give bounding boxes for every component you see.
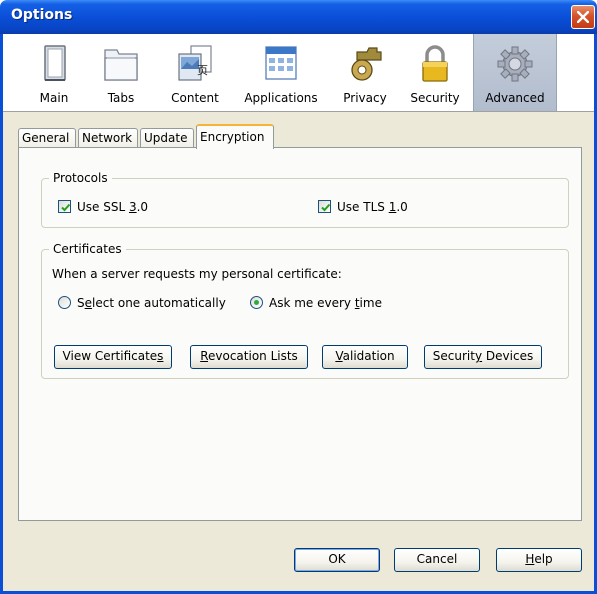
content-icon: 页 <box>177 44 213 84</box>
tab-encryption[interactable]: Encryption <box>196 124 274 149</box>
pane-security-label: Security <box>410 91 460 105</box>
certificates-group: Certificates When a server requests my p… <box>41 242 569 379</box>
protocols-group: Protocols Use SSL 3.0 Use TLS 1.0 <box>41 171 569 228</box>
view-certificates-button[interactable]: View Certificates <box>54 345 172 369</box>
pane-applications-label: Applications <box>244 91 318 105</box>
select-automatically-radio-row[interactable]: Select one automatically <box>58 295 248 311</box>
ask-every-time-radio-row[interactable]: Ask me every time <box>250 295 410 311</box>
pane-tabs-label: Tabs <box>107 91 135 105</box>
encryption-panel: Protocols Use SSL 3.0 Use TLS 1.0 Certif… <box>18 147 582 521</box>
pane-privacy-label: Privacy <box>343 91 387 105</box>
pane-advanced[interactable]: Advanced <box>473 34 557 111</box>
title-bar: Options <box>0 0 597 34</box>
pane-tabs[interactable]: Tabs <box>91 34 151 111</box>
check-icon <box>321 203 331 212</box>
pane-selector: Main Tabs 页 Content Applications Privacy… <box>3 34 594 112</box>
revocation-lists-button[interactable]: Revocation Lists <box>190 345 308 369</box>
check-icon <box>61 203 71 212</box>
validation-button[interactable]: Validation <box>322 345 408 369</box>
applications-icon <box>263 44 299 84</box>
ask-every-time-radio[interactable] <box>250 296 263 309</box>
tab-update[interactable]: Update <box>140 128 194 148</box>
pane-content[interactable]: 页 Content <box>160 34 230 111</box>
main-icon <box>36 44 72 84</box>
window-title: Options <box>11 7 73 23</box>
close-button[interactable] <box>571 5 595 29</box>
radio-selected-dot <box>254 300 259 305</box>
tab-general[interactable]: General <box>18 128 76 148</box>
privacy-icon <box>347 44 383 84</box>
pane-main[interactable]: Main <box>24 34 84 111</box>
advanced-icon <box>497 44 533 84</box>
pane-privacy[interactable]: Privacy <box>334 34 396 111</box>
pane-content-label: Content <box>171 91 219 105</box>
certificate-prompt: When a server requests my personal certi… <box>52 267 342 281</box>
pane-main-label: Main <box>39 91 69 105</box>
tabs-icon <box>103 44 139 84</box>
tls-checkbox[interactable] <box>318 200 331 213</box>
ssl-checkbox-row[interactable]: Use SSL 3.0 <box>58 199 198 215</box>
help-button[interactable]: Help <box>496 548 582 572</box>
pane-applications[interactable]: Applications <box>237 34 325 111</box>
select-automatically-radio[interactable] <box>58 296 71 309</box>
ssl-checkbox[interactable] <box>58 200 71 213</box>
protocols-group-title: Protocols <box>49 171 112 185</box>
tls-checkbox-label: Use TLS 1.0 <box>337 200 408 214</box>
ok-button[interactable]: OK <box>294 548 380 572</box>
tab-network[interactable]: Network <box>78 128 138 148</box>
close-icon <box>577 11 589 23</box>
select-automatically-label: Select one automatically <box>77 296 226 310</box>
pane-security[interactable]: Security <box>403 34 467 111</box>
security-devices-button[interactable]: Security Devices <box>424 345 542 369</box>
tls-checkbox-row[interactable]: Use TLS 1.0 <box>318 199 458 215</box>
ask-every-time-label: Ask me every time <box>269 296 382 310</box>
pane-advanced-label: Advanced <box>485 91 545 105</box>
svg-text:页: 页 <box>197 64 208 77</box>
security-icon <box>417 44 453 84</box>
ssl-checkbox-label: Use SSL 3.0 <box>77 200 149 214</box>
cancel-button[interactable]: Cancel <box>394 548 480 572</box>
certificates-group-title: Certificates <box>49 242 126 256</box>
